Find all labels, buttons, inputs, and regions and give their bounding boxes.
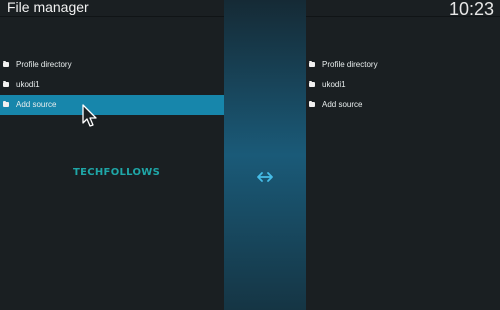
folder-icon: [309, 80, 315, 87]
right-item-label: Profile directory: [322, 59, 378, 69]
right-item-add-source[interactable]: Add source: [306, 95, 500, 115]
left-item-add-source[interactable]: Add source: [0, 94, 224, 115]
right-item-label: Add source: [322, 100, 363, 110]
left-item-label: ukodi1: [16, 79, 40, 89]
mouse-cursor-icon: [82, 104, 97, 127]
right-item-label: ukodi1: [322, 79, 346, 89]
file-manager-screen: File manager 10:23 Profile directory uko…: [0, 0, 500, 310]
folder-icon: [3, 101, 9, 108]
folder-icon: [309, 101, 315, 108]
watermark-logo: TECHFOLLOWS: [73, 167, 161, 178]
left-item-ukodi1[interactable]: ukodi1: [0, 74, 224, 94]
swap-arrows-icon[interactable]: [256, 168, 274, 186]
left-item-label: Add source: [16, 100, 57, 110]
left-item-profile-directory[interactable]: Profile directory: [0, 54, 224, 74]
right-item-profile-directory[interactable]: Profile directory: [306, 54, 500, 74]
folder-icon: [3, 80, 9, 87]
right-pane: Profile directory ukodi1 Add source: [306, 54, 500, 115]
left-item-label: Profile directory: [16, 59, 72, 69]
left-pane: Profile directory ukodi1 Add source: [0, 54, 224, 115]
folder-icon: [309, 60, 315, 67]
right-item-ukodi1[interactable]: ukodi1: [306, 74, 500, 94]
center-divider-band: [224, 0, 306, 310]
folder-icon: [3, 60, 9, 67]
page-title: File manager: [7, 0, 89, 15]
